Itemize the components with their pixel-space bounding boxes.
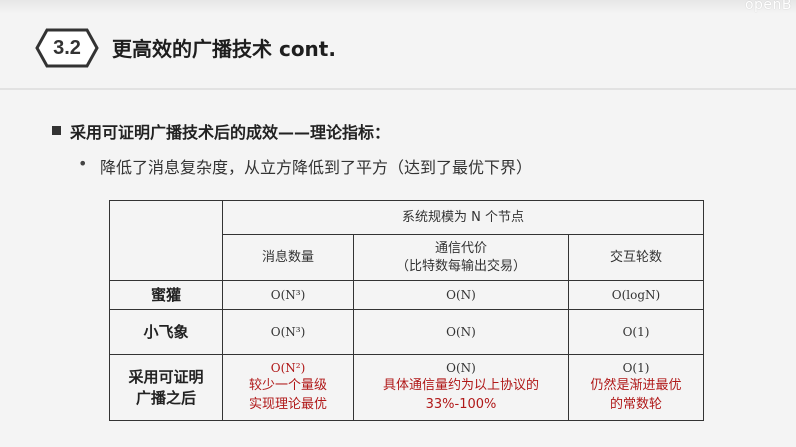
comparison-table: 系统规模为 N 个节点 消息数量 通信代价 （比特数每输出交易） 交互轮数 蜜獾… xyxy=(109,200,704,421)
cell-messages: O(N³) xyxy=(222,280,354,310)
row-label-line1: 采用可证明 xyxy=(128,367,204,386)
title-divider xyxy=(0,88,796,90)
row-label-line2: 广播之后 xyxy=(135,388,196,407)
cell-rounds: O(1) 仍然是渐进最优 的常数轮 xyxy=(568,354,704,421)
cell-messages-note1: 较少一个量级 xyxy=(248,378,327,393)
col-header-comm-line2: （比特数每输出交易） xyxy=(395,258,526,274)
table-header-row: 系统规模为 N 个节点 xyxy=(109,200,704,281)
col-header-comm-line1: 通信代价 xyxy=(434,240,487,256)
cell-messages-value: O(N²) xyxy=(270,361,306,375)
section-number: 3.2 xyxy=(53,37,81,59)
top-strip xyxy=(0,0,796,14)
cell-comm: O(N) xyxy=(353,309,569,355)
cell-comm-value: O(N) xyxy=(446,361,476,375)
cell-rounds-note1: 仍然是渐进最优 xyxy=(590,378,682,393)
col-header-messages: 消息数量 xyxy=(222,234,354,281)
cell-messages: O(N³) xyxy=(222,309,354,355)
cell-rounds-note2: 的常数轮 xyxy=(609,397,662,412)
main-bullet-text: 采用可证明广播技术后的成效——理论指标： xyxy=(70,123,391,142)
cell-rounds: O(1) xyxy=(568,309,704,355)
table-row: 采用可证明 广播之后 O(N²) 较少一个量级 实现理论最优 O(N) 具体通信… xyxy=(109,354,704,421)
cell-comm-note1: 具体通信量约为以上协议的 xyxy=(382,378,539,393)
table-corner-cell xyxy=(109,200,223,281)
cell-messages: O(N²) 较少一个量级 实现理论最优 xyxy=(222,354,354,421)
cell-rounds-value: O(1) xyxy=(622,361,650,375)
row-label-dumbo: 小飞象 xyxy=(109,309,223,355)
square-bullet-icon xyxy=(52,126,61,135)
table-row: 蜜獾 O(N³) O(N) O(logN) xyxy=(109,280,704,310)
group-header-cell: 系统规模为 N 个节点 xyxy=(222,200,704,235)
cell-messages-note2: 实现理论最优 xyxy=(248,397,327,412)
cell-comm: O(N) 具体通信量约为以上协议的 33%-100% xyxy=(353,354,569,421)
cell-rounds: O(logN) xyxy=(568,280,704,310)
row-label-provable: 采用可证明 广播之后 xyxy=(109,354,223,421)
col-header-rounds: 交互轮数 xyxy=(568,234,704,281)
dot-bullet-icon: • xyxy=(78,154,88,173)
row-label-honeybadger: 蜜獾 xyxy=(109,280,223,310)
brand-logo-text: openB xyxy=(744,0,792,13)
table-row: 小飞象 O(N³) O(N) O(1) xyxy=(109,309,704,355)
sub-bullet-text: 降低了消息复杂度，从立方降低到了平方（达到了最优下界） xyxy=(100,158,533,177)
cell-comm-note2: 33%-100% xyxy=(425,397,497,412)
cell-comm: O(N) xyxy=(353,280,569,310)
col-header-comm-cost: 通信代价 （比特数每输出交易） xyxy=(353,234,569,281)
page-title: 更高效的广播技术 cont. xyxy=(112,37,336,61)
